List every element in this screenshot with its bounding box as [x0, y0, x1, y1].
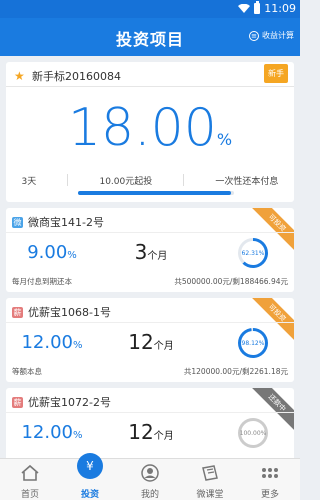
more-icon	[262, 468, 278, 478]
product-term-unit: 个月	[147, 251, 168, 262]
tab-home[interactable]: 首页	[0, 459, 60, 500]
app-bar: 投资项目 ≡ 收益计算	[0, 18, 300, 56]
tab-label: 投资	[80, 490, 99, 500]
divider	[6, 232, 294, 233]
product-term: 12个月	[116, 420, 186, 444]
product-rate-unit: %	[73, 340, 83, 351]
home-icon	[21, 464, 39, 481]
battery-icon	[254, 1, 261, 14]
progress-ring: 62.31%	[238, 238, 268, 268]
star-icon: ★	[14, 69, 25, 83]
product-rate: 12.00%	[12, 422, 92, 443]
divider	[6, 412, 294, 413]
product-type-icon: 微	[12, 216, 23, 228]
featured-term: 3天	[21, 177, 37, 187]
product-name: 微商宝141-2号	[28, 216, 104, 229]
product-type-icon: 薪	[12, 396, 23, 408]
amount-remaining: 共500000.00元/剩188466.94元	[174, 277, 288, 286]
product-term: 3个月	[116, 240, 186, 264]
divider	[183, 174, 185, 186]
product-term-unit: 个月	[153, 341, 174, 352]
featured-min-invest: 10.00元起投	[99, 177, 153, 187]
product-term-num: 12	[128, 420, 154, 444]
product-term-num: 3	[134, 240, 148, 264]
progress-ring: 100.00%	[238, 418, 268, 448]
money-bag-icon: ¥	[77, 453, 103, 479]
tab-label: 首页	[20, 490, 39, 500]
featured-name: 新手标20160084	[32, 70, 121, 83]
tab-invest[interactable]: ¥ 投资	[60, 453, 120, 500]
product-card[interactable]: 微 微商宝141-2号 可投资 9.00% 3个月 62.31% 每月付息到期还…	[6, 208, 294, 292]
featured-progress-bar	[78, 191, 234, 195]
product-rate-value: 9.00	[27, 242, 68, 263]
tab-label: 我的	[140, 490, 159, 500]
product-header: 薪 优薪宝1072-2号	[12, 394, 111, 410]
status-bar: 11:09	[0, 0, 300, 18]
featured-rate-unit: %	[216, 130, 233, 149]
product-header: 微 微商宝141-2号	[12, 214, 104, 230]
featured-header: ★ 新手标20160084	[14, 68, 121, 84]
product-term: 12个月	[116, 330, 186, 354]
repay-method: 每月付息到期还本	[12, 277, 72, 286]
tab-label: 更多	[260, 490, 279, 500]
product-type-icon: 薪	[12, 306, 23, 318]
divider	[6, 86, 294, 87]
new-badge: 新手	[264, 64, 288, 83]
progress-ring: 98.12%	[238, 328, 268, 358]
progress-ring-label: 62.31%	[241, 241, 265, 265]
product-rate: 9.00%	[12, 242, 92, 263]
featured-repay: 一次性还本付息	[215, 177, 279, 187]
product-rate: 12.00%	[12, 332, 92, 353]
calc-button[interactable]: ≡ 收益计算	[249, 30, 294, 41]
featured-progress-fill	[78, 191, 231, 195]
divider	[67, 174, 69, 186]
product-term-unit: 个月	[153, 431, 174, 442]
calculator-icon: ≡	[249, 30, 259, 41]
product-rate-value: 12.00	[21, 422, 73, 443]
progress-ring-label: 100.00%	[240, 421, 266, 445]
status-right: 11:09	[238, 1, 296, 15]
product-card[interactable]: 薪 优薪宝1068-1号 可投资 12.00% 12个月 98.12% 等额本息…	[6, 298, 294, 382]
product-name: 优薪宝1068-1号	[28, 306, 111, 319]
product-rate-unit: %	[67, 250, 77, 261]
product-rate-unit: %	[73, 430, 83, 441]
product-rate-value: 12.00	[21, 332, 73, 353]
product-header: 薪 优薪宝1068-1号	[12, 304, 111, 320]
wifi-icon	[238, 3, 251, 13]
product-name: 优薪宝1072-2号	[28, 396, 111, 409]
repay-method: 等额本息	[12, 367, 42, 376]
tab-microclass[interactable]: 微课堂	[180, 459, 240, 500]
user-icon	[141, 464, 159, 482]
featured-meta: 3天 10.00元起投 一次性还本付息	[6, 174, 294, 187]
calc-label: 收益计算	[262, 31, 294, 40]
amount-remaining: 共120000.00元/剩2261.18元	[183, 367, 288, 376]
progress-ring-label: 98.12%	[241, 331, 265, 355]
status-time: 11:09	[264, 2, 296, 15]
featured-rate-value: 18.00	[67, 98, 217, 158]
bottom-tab-bar: 首页 ¥ 投资 我的 微课堂 更多	[0, 453, 300, 500]
tab-more[interactable]: 更多	[240, 459, 300, 500]
divider	[6, 322, 294, 323]
tab-mine[interactable]: 我的	[120, 459, 180, 500]
tab-label: 微课堂	[196, 490, 224, 500]
featured-product-card[interactable]: ★ 新手标20160084 新手 18.00% 3天 10.00元起投 一次性还…	[6, 62, 294, 202]
product-term-num: 12	[128, 330, 154, 354]
book-icon	[202, 465, 218, 481]
featured-rate: 18.00%	[6, 98, 294, 158]
